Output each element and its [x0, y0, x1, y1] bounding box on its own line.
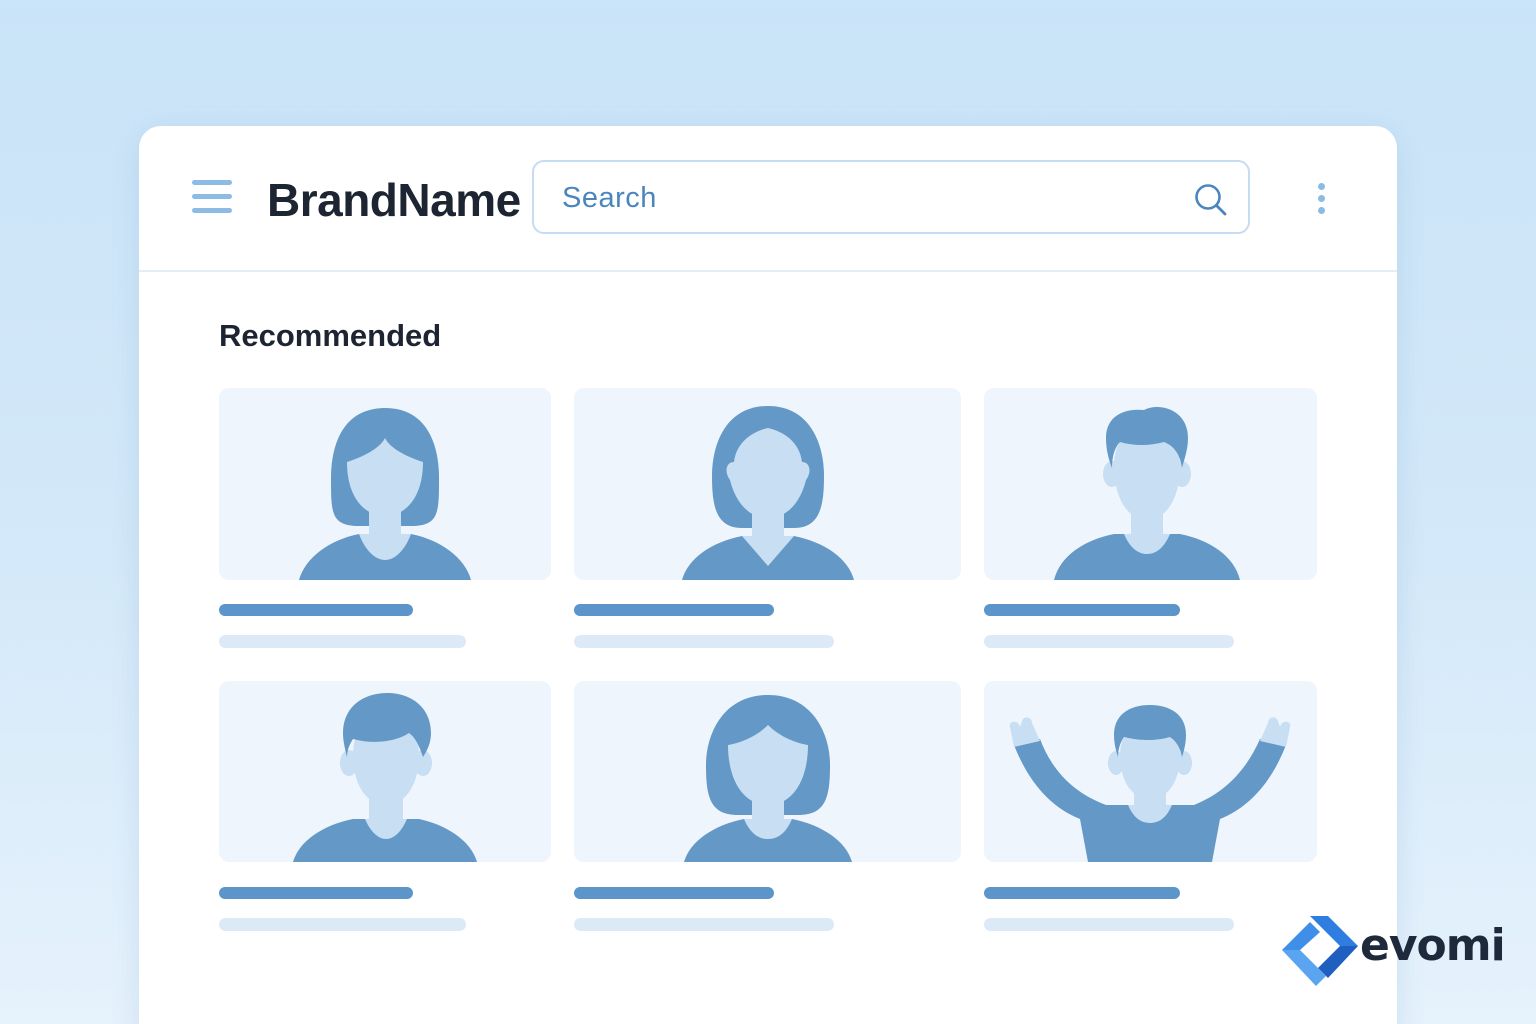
avatar-thumbnail: [219, 388, 551, 580]
card-subtitle-placeholder: [984, 918, 1234, 931]
card-title-placeholder: [984, 604, 1180, 616]
evomi-logo-mark-icon: [1282, 916, 1358, 986]
card-subtitle-placeholder: [984, 635, 1234, 648]
content-card[interactable]: [574, 681, 961, 943]
woman-avatar-icon: [299, 408, 471, 580]
woman-avatar-icon: [682, 406, 854, 580]
content-card[interactable]: [219, 681, 551, 943]
more-options-icon[interactable]: [1317, 183, 1327, 217]
card-title-placeholder: [574, 604, 774, 616]
search-input[interactable]: Search: [532, 160, 1250, 234]
card-title-placeholder: [219, 604, 413, 616]
card-subtitle-placeholder: [574, 918, 834, 931]
search-icon[interactable]: [1192, 181, 1230, 219]
man-avatar-icon: [293, 693, 477, 862]
avatar-thumbnail: [574, 388, 961, 580]
top-bar: BrandName Search: [139, 126, 1397, 272]
man-avatar-icon: [1054, 407, 1240, 580]
evomi-logo: evomi: [1280, 912, 1510, 992]
avatar-thumbnail: [984, 681, 1317, 862]
section-title: Recommended: [219, 318, 442, 353]
card-subtitle-placeholder: [574, 635, 834, 648]
brand-name[interactable]: BrandName: [267, 174, 521, 226]
app-window: BrandName Search Recommended: [139, 126, 1397, 1024]
content-card[interactable]: [984, 388, 1317, 650]
avatar-thumbnail: [574, 681, 961, 862]
avatar-thumbnail: [984, 388, 1317, 580]
search-placeholder: Search: [562, 182, 657, 214]
evomi-logo-text: evomi: [1360, 920, 1506, 971]
card-title-placeholder: [984, 887, 1180, 899]
content-card[interactable]: [219, 388, 551, 650]
card-subtitle-placeholder: [219, 918, 466, 931]
content-card[interactable]: [574, 388, 961, 650]
woman-avatar-icon: [684, 695, 852, 862]
card-title-placeholder: [219, 887, 413, 899]
hamburger-menu-icon[interactable]: [192, 180, 234, 216]
avatar-thumbnail: [219, 681, 551, 862]
card-title-placeholder: [574, 887, 774, 899]
man-cheering-avatar-icon: [1009, 705, 1291, 862]
card-subtitle-placeholder: [219, 635, 466, 648]
content-card[interactable]: [984, 681, 1317, 943]
